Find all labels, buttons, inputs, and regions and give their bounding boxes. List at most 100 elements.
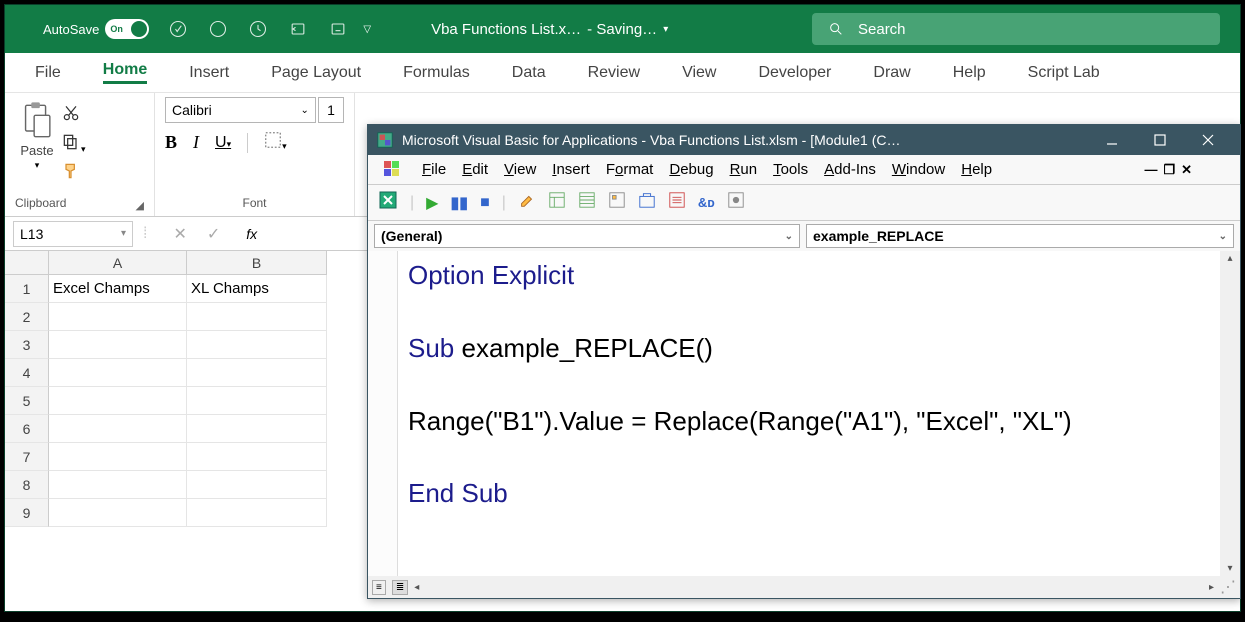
tab-review[interactable]: Review [588, 64, 640, 82]
name-box[interactable]: L13▾ [13, 221, 133, 247]
cell[interactable] [49, 303, 187, 331]
tab-data[interactable]: Data [512, 64, 546, 82]
font-name-select[interactable]: Calibri⌄ [165, 97, 316, 123]
tab-view[interactable]: View [682, 64, 716, 82]
font-size-select[interactable]: 1 [318, 97, 344, 123]
vbe-project-explorer-icon[interactable] [548, 191, 566, 214]
cell-a1[interactable]: Excel Champs [49, 275, 187, 303]
cell[interactable] [49, 331, 187, 359]
tab-insert[interactable]: Insert [189, 64, 229, 82]
vbe-menu-insert[interactable]: Insert [552, 161, 590, 178]
cell[interactable] [187, 303, 327, 331]
cancel-icon[interactable]: ✕ [173, 224, 186, 244]
tab-developer[interactable]: Developer [758, 64, 831, 82]
vbe-toolbox-icon[interactable] [638, 191, 656, 214]
tab-home[interactable]: Home [103, 61, 147, 84]
cell[interactable] [49, 359, 187, 387]
tab-draw[interactable]: Draw [873, 64, 910, 82]
vbe-object-browser-icon[interactable] [608, 191, 626, 214]
cell[interactable] [49, 415, 187, 443]
vbe-scrollbar-horizontal[interactable]: ≡ ≣ ◂ ▸ ⋰ [368, 576, 1240, 598]
vbe-menu-view[interactable]: View [504, 161, 536, 178]
vbe-project-icon[interactable] [382, 158, 402, 182]
cell[interactable] [49, 471, 187, 499]
tab-formulas[interactable]: Formulas [403, 64, 470, 82]
row-header[interactable]: 7 [5, 443, 49, 471]
row-header[interactable]: 2 [5, 303, 49, 331]
vbe-titlebar[interactable]: Microsoft Visual Basic for Applications … [368, 125, 1240, 155]
vbe-object-select[interactable]: (General)⌄ [374, 224, 800, 248]
vbe-menu-window[interactable]: Window [892, 161, 945, 178]
vbe-menu-file[interactable]: File [422, 161, 446, 178]
cell[interactable] [187, 471, 327, 499]
row-header[interactable]: 8 [5, 471, 49, 499]
save-icon[interactable] [167, 18, 189, 40]
vbe-mdi-minimize-icon[interactable]: — [1144, 162, 1157, 178]
cell[interactable] [187, 387, 327, 415]
vbe-scrollbar-vertical[interactable]: ▴ ▾ [1220, 251, 1240, 576]
cell[interactable] [187, 499, 327, 527]
select-all-corner[interactable] [5, 251, 49, 275]
row-header[interactable]: 3 [5, 331, 49, 359]
vbe-run-icon[interactable]: ▶ [426, 193, 438, 213]
vbe-watch-icon[interactable] [668, 191, 686, 214]
cell[interactable] [49, 499, 187, 527]
bold-button[interactable]: B [165, 132, 177, 153]
cell[interactable] [49, 443, 187, 471]
vbe-properties-icon[interactable] [578, 191, 596, 214]
qat-dropdown-icon[interactable]: ▽ [363, 24, 371, 35]
enter-icon[interactable]: ✓ [207, 224, 220, 244]
vbe-break-icon[interactable]: ▮▮ [450, 193, 468, 213]
vbe-menu-run[interactable]: Run [730, 161, 758, 178]
paste-button[interactable]: Paste ▾ [19, 101, 55, 186]
format-painter-icon[interactable] [61, 161, 86, 186]
cell[interactable] [187, 443, 327, 471]
vbe-view-excel-icon[interactable] [378, 190, 398, 215]
cell[interactable] [49, 387, 187, 415]
vbe-menu-edit[interactable]: Edit [462, 161, 488, 178]
search-box[interactable]: Search [812, 13, 1220, 45]
cell-b1[interactable]: XL Champs [187, 275, 327, 303]
tab-help[interactable]: Help [953, 64, 986, 82]
vbe-locals-icon[interactable] [727, 191, 745, 214]
vbe-close-button[interactable] [1184, 125, 1232, 155]
document-title[interactable]: Vba Functions List.x… - Saving… ▾ [431, 21, 668, 38]
vbe-minimize-button[interactable] [1088, 125, 1136, 155]
underline-button[interactable]: U▾ [215, 134, 231, 152]
fx-icon[interactable]: fx [238, 226, 265, 242]
row-header[interactable]: 9 [5, 499, 49, 527]
row-header[interactable]: 1 [5, 275, 49, 303]
vbe-maximize-button[interactable] [1136, 125, 1184, 155]
cell[interactable] [187, 359, 327, 387]
vbe-menu-debug[interactable]: Debug [669, 161, 713, 178]
vbe-mdi-close-icon[interactable]: ✕ [1181, 162, 1192, 178]
clipboard-launcher-icon[interactable]: ◢ [136, 199, 144, 212]
vbe-resize-grip-icon[interactable]: ⋰ [1220, 577, 1236, 597]
vbe-full-module-icon[interactable]: ≡ [372, 580, 386, 595]
tab-file[interactable]: File [35, 64, 61, 82]
vbe-immediate-icon[interactable]: &ᴅ [698, 195, 715, 210]
tab-pagelayout[interactable]: Page Layout [271, 64, 361, 82]
col-header-b[interactable]: B [187, 251, 327, 275]
vbe-procedure-select[interactable]: example_REPLACE⌄ [806, 224, 1234, 248]
history-icon[interactable] [247, 18, 269, 40]
tab-scriptlab[interactable]: Script Lab [1028, 64, 1100, 82]
vbe-mdi-restore-icon[interactable]: ❐ [1163, 162, 1175, 178]
row-header[interactable]: 5 [5, 387, 49, 415]
cut-icon[interactable] [61, 103, 86, 128]
redo-icon[interactable] [327, 18, 349, 40]
vbe-menu-tools[interactable]: Tools [773, 161, 808, 178]
vbe-design-icon[interactable] [518, 191, 536, 214]
cell[interactable] [187, 331, 327, 359]
vbe-reset-icon[interactable]: ■ [480, 194, 490, 212]
undo-icon[interactable] [287, 18, 309, 40]
row-header[interactable]: 4 [5, 359, 49, 387]
circle-icon[interactable] [207, 18, 229, 40]
vbe-menu-format[interactable]: Format [606, 161, 654, 178]
row-header[interactable]: 6 [5, 415, 49, 443]
italic-button[interactable]: I [193, 132, 199, 153]
copy-icon[interactable]: ▾ [61, 132, 86, 157]
vbe-code-editor[interactable]: Option Explicit Sub example_REPLACE() Ra… [398, 251, 1220, 576]
col-header-a[interactable]: A [49, 251, 187, 275]
vbe-menu-addins[interactable]: Add-Ins [824, 161, 876, 178]
